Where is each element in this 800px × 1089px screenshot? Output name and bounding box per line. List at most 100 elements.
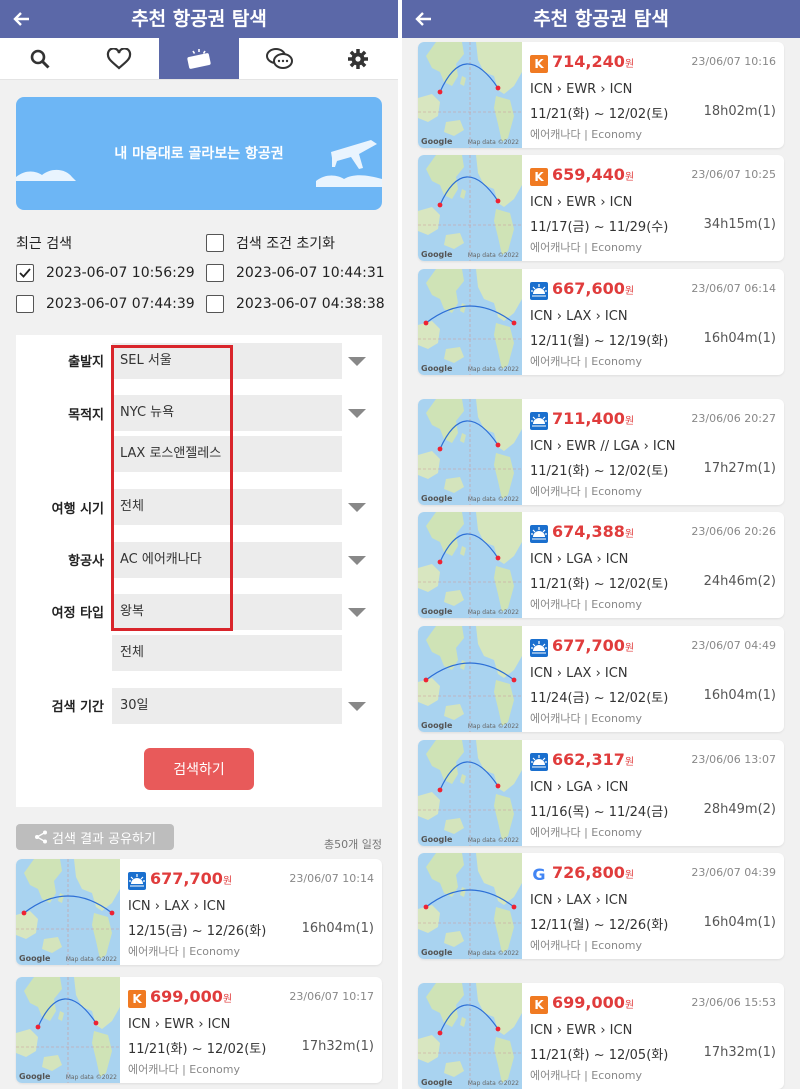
map-attribution: Map data ©2022 xyxy=(467,1080,519,1087)
recent-search-item-2[interactable]: 2023-06-07 10:44:31 xyxy=(206,264,385,282)
travel-dates: 12/11(월) ~ 12/19(화) xyxy=(530,334,669,349)
sunrise-logo-icon xyxy=(530,412,548,430)
timestamp: 23/06/06 20:27 xyxy=(691,412,776,425)
page-title: 추천 항공권 탐색 xyxy=(533,8,669,30)
travel-dates: 11/16(목) ~ 11/24(금) xyxy=(530,805,669,820)
price: 714,240원 xyxy=(552,52,635,71)
share-results-button[interactable]: 검색 결과 공유하기 xyxy=(16,824,174,850)
recent-search-item-4[interactable]: 2023-06-07 04:38:38 xyxy=(206,295,385,313)
chevron-down-icon[interactable] xyxy=(348,556,366,565)
banner-text: 내 마음대로 골라보는 항공권 xyxy=(114,146,284,162)
map-attribution: Map data ©2022 xyxy=(467,139,519,146)
search-range-select[interactable]: 30일 xyxy=(112,688,342,724)
flight-info: 711,400원 23/06/06 20:27 ICN › EWR // LGA ›… xyxy=(530,399,776,505)
map-attribution: Map data ©2022 xyxy=(467,609,519,616)
duration: 34h15m(1) xyxy=(703,217,776,232)
checkbox[interactable] xyxy=(206,295,224,313)
sunrise-logo-icon xyxy=(530,753,548,771)
recent-search-item-3[interactable]: 2023-06-07 07:44:39 xyxy=(16,295,195,313)
duration: 16h04m(1) xyxy=(703,331,776,346)
travel-dates: 11/21(화) ~ 12/02(토) xyxy=(530,464,669,479)
destination-label: 목적지 xyxy=(68,408,104,423)
flight-info: K 714,240원 23/06/07 10:16 ICN › EWR › ICN 11… xyxy=(530,42,776,148)
map-attribution: Map data ©2022 xyxy=(467,366,519,373)
travel-period-label: 여행 시기 xyxy=(51,502,104,517)
flight-result-card[interactable]: Google Map data ©2022 K 659,440원 23/06/07 10… xyxy=(418,155,784,261)
travel-dates: 11/17(금) ~ 11/29(수) xyxy=(530,220,669,235)
flight-info: 662,317원 23/06/06 13:07 ICN › LGA › ICN 11/… xyxy=(530,740,776,846)
google-logo: Google xyxy=(421,721,453,730)
map-attribution: Map data ©2022 xyxy=(467,723,519,730)
route-map: Google Map data ©2022 xyxy=(16,859,120,965)
results-panel: 추천 항공권 탐색 Google Map data ©2022 K 714,240원 2… xyxy=(402,0,800,1089)
route-map: Google Map data ©2022 xyxy=(418,269,522,375)
flight-result-card[interactable]: Google Map data ©2022 677,700원 23/06/07 10:… xyxy=(16,859,382,965)
flight-info: 677,700원 23/06/07 10:14 ICN › LAX › ICN 12/… xyxy=(128,859,374,965)
duration: 16h04m(1) xyxy=(703,915,776,930)
tab-tickets[interactable] xyxy=(159,38,239,79)
flight-info: 677,700원 23/06/07 04:49 ICN › LAX › ICN 11/… xyxy=(530,626,776,732)
flight-info: G 726,800원 23/06/07 04:39 ICN › LAX › ICN 12… xyxy=(530,853,776,959)
checkbox[interactable] xyxy=(16,295,34,313)
flight-result-card[interactable]: Google Map data ©2022 662,317원 23/06/06 13:… xyxy=(418,740,784,846)
chevron-down-icon[interactable] xyxy=(348,409,366,418)
tab-favorites[interactable] xyxy=(80,38,160,79)
duration: 28h49m(2) xyxy=(703,802,776,817)
price: 711,400원 xyxy=(552,409,635,428)
flight-result-card[interactable]: Google Map data ©2022 711,400원 23/06/06 20:… xyxy=(418,399,784,505)
price: 699,000원 xyxy=(150,987,233,1006)
k-logo-icon: K xyxy=(530,55,548,73)
search-button[interactable]: 검색하기 xyxy=(144,748,254,790)
checkbox[interactable] xyxy=(206,234,224,252)
share-icon xyxy=(35,830,48,844)
route: ICN › LAX › ICN xyxy=(530,666,628,681)
route: ICN › LAX › ICN xyxy=(530,309,628,324)
route: ICN › EWR › ICN xyxy=(128,1017,231,1032)
route-map: Google Map data ©2022 xyxy=(418,740,522,846)
search-form: 출발지 SEL 서울 목적지 NYC 뉴욕 LAX 로스앤젤레스 여행 시기 전… xyxy=(16,335,382,807)
checkbox[interactable] xyxy=(206,264,224,282)
tab-search[interactable] xyxy=(0,38,80,79)
flight-result-card[interactable]: Google Map data ©2022 K 714,240원 23/06/07 10… xyxy=(418,42,784,148)
checkbox-checked[interactable] xyxy=(16,264,34,282)
flight-result-card[interactable]: Google Map data ©2022 G 726,800원 23/06/07 04… xyxy=(418,853,784,959)
map-attribution: Map data ©2022 xyxy=(65,1074,117,1081)
back-arrow-icon[interactable] xyxy=(412,0,436,38)
route: ICN › LAX › ICN xyxy=(530,893,628,908)
airline-class: 에어캐나다 | Economy xyxy=(530,1069,642,1082)
sunrise-logo-icon xyxy=(128,872,146,890)
reset-conditions-checkbox[interactable]: 검색 조건 초기화 xyxy=(206,233,335,253)
trip-type-select-2[interactable]: 전체 xyxy=(112,635,342,671)
flight-result-card[interactable]: Google Map data ©2022 677,700원 23/06/07 04:… xyxy=(418,626,784,732)
back-arrow-icon[interactable] xyxy=(10,0,34,38)
recent-search-item-1[interactable]: 2023-06-07 10:56:29 xyxy=(16,264,195,282)
timestamp: 23/06/07 04:49 xyxy=(691,639,776,652)
chevron-down-icon[interactable] xyxy=(348,357,366,366)
chevron-down-icon[interactable] xyxy=(348,702,366,711)
google-logo: Google xyxy=(421,494,453,503)
price: 659,440원 xyxy=(552,165,635,184)
tab-chat[interactable] xyxy=(239,38,319,79)
flight-result-card[interactable]: Google Map data ©2022 667,600원 23/06/07 06:… xyxy=(418,269,784,375)
duration: 17h27m(1) xyxy=(703,461,776,476)
duration: 16h04m(1) xyxy=(703,688,776,703)
price: 674,388원 xyxy=(552,522,635,541)
timestamp: 23/06/07 06:14 xyxy=(691,282,776,295)
route: ICN › LGA › ICN xyxy=(530,780,629,795)
flight-result-card[interactable]: Google Map data ©2022 K 699,000원 23/06/06 15… xyxy=(418,983,784,1089)
chevron-down-icon[interactable] xyxy=(348,503,366,512)
route-map: Google Map data ©2022 xyxy=(418,853,522,959)
map-attribution: Map data ©2022 xyxy=(467,950,519,957)
chevron-down-icon[interactable] xyxy=(348,608,366,617)
google-logo: Google xyxy=(421,137,453,146)
promo-banner: 내 마음대로 골라보는 항공권 xyxy=(16,97,382,210)
flight-result-card[interactable]: Google Map data ©2022 K 699,000원 23/06/07 10… xyxy=(16,977,382,1083)
trip-type-label: 여정 타입 xyxy=(51,606,104,621)
flight-result-card[interactable]: Google Map data ©2022 674,388원 23/06/06 20:… xyxy=(418,512,784,618)
tab-settings[interactable] xyxy=(318,38,398,79)
app-bar: 추천 항공권 탐색 xyxy=(402,0,800,38)
heart-icon xyxy=(107,47,132,69)
google-logo: Google xyxy=(19,954,51,963)
search-icon xyxy=(30,49,50,69)
travel-dates: 11/21(화) ~ 12/05(화) xyxy=(530,1048,669,1063)
